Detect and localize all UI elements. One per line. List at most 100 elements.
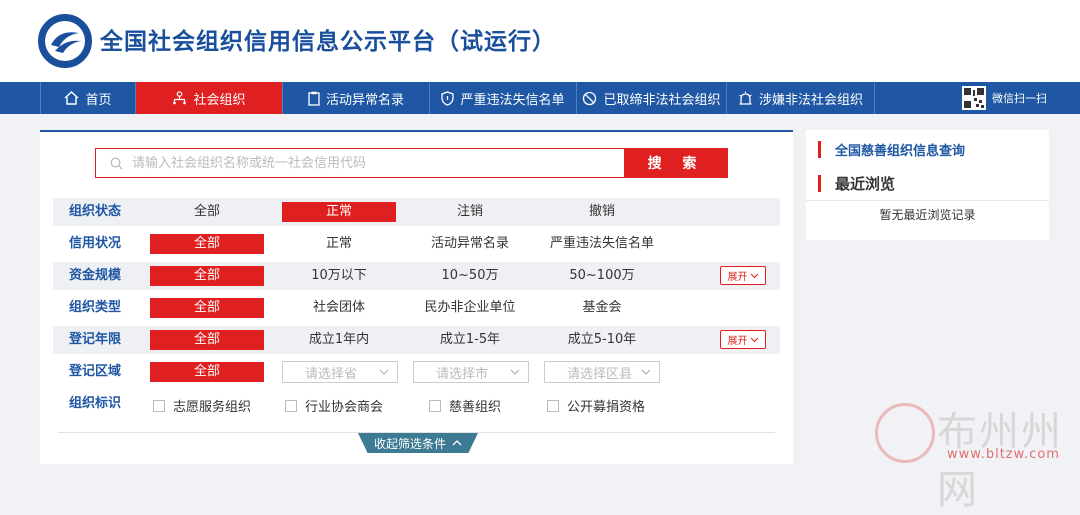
filter-option[interactable]: 成立5-10年 [545,330,659,350]
filter-row-type: 组织类型 全部 社会团体 民办非企业单位 基金会 [53,294,780,322]
wechat-label: 微信扫一扫 [992,92,1047,105]
filter-label: 组织状态 [69,204,122,219]
checkbox-box [285,399,297,412]
home-icon [65,91,79,105]
tag-checkbox[interactable]: 志愿服务组织 [153,396,251,415]
recent-empty-text: 暂无最近浏览记录 [879,208,976,222]
expand-label: 展开 [727,272,748,283]
filter-row-age: 登记年限 全部 成立1年内 成立1-5年 成立5-10年 展开 [53,326,780,354]
watermark: 布州州网 www.bltzw.com [875,395,1080,513]
divider [806,200,1049,201]
nav-item-abnormal-list[interactable]: 活动异常名录 [283,82,430,114]
filter-row-tags: 组织标识 志愿服务组织 行业协会商会 慈善组织 公开募捐资格 [53,390,780,418]
filter-label: 资金规模 [69,268,122,283]
search-button[interactable]: 搜 索 [624,148,728,178]
nav-item-label: 社会组织 [193,92,246,108]
recent-heading: 最近浏览 [806,172,895,194]
collapse-label: 收起筛选条件 [373,436,446,451]
filter-label: 登记年限 [69,332,122,347]
filter-option[interactable]: 50~100万 [545,266,659,286]
accent-bar [818,140,821,158]
chevron-down-icon [750,273,758,278]
collapse-filters-button[interactable]: 收起筛选条件 [358,433,478,453]
nav-item-label: 活动异常名录 [325,92,404,108]
filter-row-credit: 信用状况 全部 正常 活动异常名录 严重违法失信名单 [53,230,780,258]
chevron-down-icon [510,369,520,375]
filter-option[interactable]: 撤销 [545,202,659,222]
checkbox-box [429,399,441,412]
checkbox-label: 慈善组织 [449,400,502,415]
nav-item-label: 首页 [85,92,112,108]
site-header: 全国社会组织信用信息公示平台（试运行） [0,0,1080,82]
filter-option-selected[interactable]: 全部 [150,266,264,286]
nav-item-suspected-org[interactable]: 涉嫌非法社会组织 [727,82,875,114]
nav-item-dishonest-list[interactable]: 严重违法失信名单 [430,82,577,114]
city-placeholder: 请选择市 [436,366,489,382]
checkbox-label: 公开募捐资格 [567,400,646,415]
chevron-up-icon [452,440,462,446]
filter-option[interactable]: 活动异常名录 [413,234,527,254]
alarm-icon [739,91,752,105]
filter-option[interactable]: 注销 [413,202,527,222]
search-input[interactable] [96,149,624,177]
county-placeholder: 请选择区县 [567,366,633,382]
filter-option-selected[interactable]: 全部 [150,330,264,350]
filter-label: 组织标识 [69,396,122,411]
province-select[interactable]: 请选择省 [282,361,398,383]
nav-item-banned-org[interactable]: 已取缔非法社会组织 [577,82,727,114]
site-logo[interactable] [38,14,92,68]
sidebar: 全国慈善组织信息查询 最近浏览 暂无最近浏览记录 [806,130,1049,240]
chevron-down-icon [750,337,758,342]
expand-label: 展开 [727,336,748,347]
filter-row-capital: 资金规模 全部 10万以下 10~50万 50~100万 展开 [53,262,780,290]
nav-item-home[interactable]: 首页 [41,82,136,114]
filter-option[interactable]: 成立1年内 [282,330,396,350]
expand-button[interactable]: 展开 [720,330,766,349]
city-select[interactable]: 请选择市 [413,361,529,383]
checkbox-box [547,399,559,412]
divider [58,432,775,433]
nav-item-social-org[interactable]: 社会组织 [136,82,283,114]
search-icon [110,157,123,170]
filter-option[interactable]: 严重违法失信名单 [545,234,659,254]
checkbox-box [153,399,165,412]
filter-option-selected[interactable]: 全部 [150,362,264,382]
watermark-url: www.bltzw.com [947,447,1060,462]
filter-label: 登记区域 [69,364,122,379]
charity-query-label: 全国慈善组织信息查询 [835,143,966,159]
search-box [95,148,625,178]
filter-option[interactable]: 成立1-5年 [413,330,527,350]
tag-checkbox[interactable]: 慈善组织 [429,396,501,415]
tag-checkbox[interactable]: 行业协会商会 [285,396,383,415]
nav-item-label: 涉嫌非法社会组织 [758,92,863,108]
tag-checkbox[interactable]: 公开募捐资格 [547,396,645,415]
province-placeholder: 请选择省 [305,366,358,382]
shield-icon [441,90,455,106]
accent-bar [818,174,821,192]
chevron-down-icon [379,369,389,375]
filter-option[interactable]: 基金会 [545,298,659,318]
filter-row-region: 登记区域 全部 请选择省 请选择市 请选择区县 [53,358,780,386]
wechat-qr[interactable]: 微信扫一扫 [962,85,1047,111]
filter-option[interactable]: 正常 [282,234,396,254]
filter-option-selected[interactable]: 全部 [150,234,264,254]
county-select[interactable]: 请选择区县 [544,361,660,383]
ban-icon [583,91,597,105]
filter-option[interactable]: 社会团体 [282,298,396,318]
recent-title: 最近浏览 [835,174,896,193]
clipboard-icon [308,91,320,106]
filter-option-selected[interactable]: 全部 [150,298,264,318]
filter-option[interactable]: 民办非企业单位 [413,298,527,318]
filter-option-selected[interactable]: 正常 [282,202,396,222]
charity-query-link[interactable]: 全国慈善组织信息查询 [806,138,965,160]
nav-item-label: 已取缔非法社会组织 [603,92,721,108]
checkbox-label: 志愿服务组织 [173,400,252,415]
expand-button[interactable]: 展开 [720,266,766,285]
filter-option[interactable]: 10万以下 [282,266,396,286]
org-tree-icon [173,91,187,105]
chevron-down-icon [641,369,651,375]
filter-option[interactable]: 全部 [150,202,264,222]
main-nav: 首页 社会组织 活动异常名录 严重违法失信名单 已取缔非法社会组织 涉嫌非法社会… [0,82,1080,114]
nav-item-label: 严重违法失信名单 [460,92,565,108]
filter-option[interactable]: 10~50万 [413,266,527,286]
